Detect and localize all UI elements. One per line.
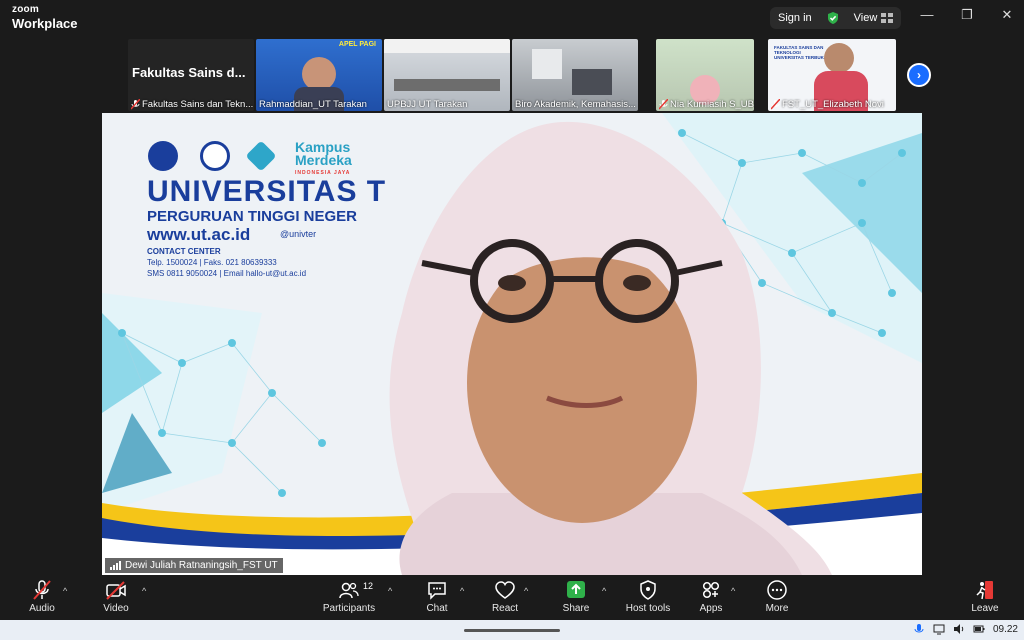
participant-label: FST_UT_Elizabeth Novi [782,99,884,110]
close-icon[interactable]: ✕ [1000,8,1014,22]
participant-tile[interactable]: UPBJJ UT Tarakan [384,39,510,111]
view-button[interactable]: View [854,12,894,24]
gallery-next-icon[interactable]: › [907,63,931,87]
security-shield-icon[interactable] [826,11,840,25]
brand-workplace: Workplace [12,16,78,31]
minimize-icon[interactable]: — [920,8,934,22]
muted-mic-icon [659,99,668,110]
restore-icon[interactable]: ❐ [960,8,974,22]
participant-name: UPBJJ UT Tarakan [387,99,467,110]
brand-zoom: zoom [12,4,39,15]
participants-label: Participants [322,603,376,614]
host-tools-button[interactable]: Host tools [618,580,678,614]
leave-label: Leave [971,603,999,614]
title-bar: zoom Workplace Sign in View — ❐ ✕ [0,0,1024,36]
video-off-icon [106,581,126,600]
participant-name: Fakultas Sains dan Tekn... [131,99,253,110]
react-options-chevron-icon[interactable]: ^ [524,586,528,596]
video-options-chevron-icon[interactable]: ^ [142,586,146,596]
audio-label: Audio [29,603,55,614]
system-tray: 09.22 [913,623,1018,635]
audio-options-chevron-icon[interactable]: ^ [63,586,67,596]
more-label: More [765,603,789,614]
participant-tile[interactable]: Fakultas Sains d... Fakultas Sains dan T… [128,39,254,111]
tile-banner: APEL PAGI [338,41,376,48]
share-label: Share [562,603,590,614]
participant-face [302,57,336,91]
leave-button[interactable]: Leave [955,580,1015,614]
chat-button[interactable]: Chat [407,580,467,614]
os-taskbar: 09.22 [0,620,1024,640]
signal-icon [110,561,121,570]
speaker-video [389,121,832,575]
muted-mic-icon [771,99,780,110]
share-screen-icon [567,581,585,598]
participant-tile[interactable]: APEL PAGI Rahmaddian_UT Tarakan [256,39,382,111]
chat-icon [428,582,446,600]
apps-icon [702,581,720,599]
shield-icon [640,580,656,600]
share-options-chevron-icon[interactable]: ^ [602,586,606,596]
tile-banner: FAKULTAS SAINS DAN TEKNOLOGI UNIVERSITAS… [774,45,828,60]
gallery-strip: Fakultas Sains d... Fakultas Sains dan T… [128,39,898,111]
chat-label: Chat [426,603,448,614]
room-desks [394,79,500,91]
participant-name: Biro Akademik, Kemahasis... [515,99,636,110]
participant-tile[interactable]: Biro Akademik, Kemahasis... [512,39,638,111]
participant-tile[interactable]: Nia Kurniasih S_UBT [656,39,754,111]
participant-label: Fakultas Sains dan Tekn... [142,99,254,110]
apps-label: Apps [699,603,723,614]
sign-in-button[interactable]: Sign in [778,12,812,24]
app-logo: zoom Workplace [12,4,78,31]
volume-icon[interactable] [953,623,965,635]
share-button[interactable]: Share [546,580,606,614]
display-icon[interactable] [933,623,945,635]
video-label: Video [103,603,129,614]
participant-name: Nia Kurniasih S_UBT [659,99,754,110]
participant-name: FST_UT_Elizabeth Novi [771,99,884,110]
speaker-name-label: Dewi Juliah Ratnaningsih_FST UT [105,558,283,573]
muted-mic-icon [131,99,140,110]
meeting-toolbar: Audio ^ Video ^ Participants 12 ^ Chat ^… [0,576,1024,620]
view-grid-icon [881,13,894,23]
video-button[interactable]: Video [86,580,146,614]
view-label: View [853,12,878,24]
room-ceiling [384,39,510,53]
participant-label: Rahmaddian_UT Tarakan [259,99,367,110]
participant-name: Rahmaddian_UT Tarakan [259,99,367,110]
chat-options-chevron-icon[interactable]: ^ [460,586,464,596]
participants-icon [339,582,359,599]
participant-face [824,43,854,73]
participants-options-chevron-icon[interactable]: ^ [388,586,392,596]
speaker-name: Dewi Juliah Ratnaningsih_FST UT [125,560,278,571]
muted-mic-icon [33,580,51,600]
more-icon [767,580,787,600]
leave-door-icon [976,581,993,600]
heart-icon [495,581,515,599]
window-controls: — ❐ ✕ [920,8,1014,22]
room-window [532,49,562,79]
title-controls: Sign in View [770,7,902,29]
react-label: React [491,603,519,614]
participant-name-large: Fakultas Sains d... [132,65,246,80]
taskbar-handle[interactable] [464,629,560,632]
clock[interactable]: 09.22 [993,624,1018,635]
participants-count: 12 [363,581,374,591]
apps-options-chevron-icon[interactable]: ^ [731,586,735,596]
participant-label: UPBJJ UT Tarakan [387,99,468,110]
battery-icon[interactable] [973,623,985,635]
room-people [572,69,612,95]
participant-tile[interactable]: FAKULTAS SAINS DAN TEKNOLOGI UNIVERSITAS… [768,39,896,111]
main-video[interactable]: Kampus Merdeka INDONESIA JAYA UNIVERSITA… [102,113,922,575]
microphone-icon[interactable] [913,623,925,635]
more-button[interactable]: More [747,580,807,614]
host-tools-label: Host tools [625,603,671,614]
participant-label: Biro Akademik, Kemahasis... [515,99,636,110]
participant-label: Nia Kurniasih S_UBT [670,99,754,110]
